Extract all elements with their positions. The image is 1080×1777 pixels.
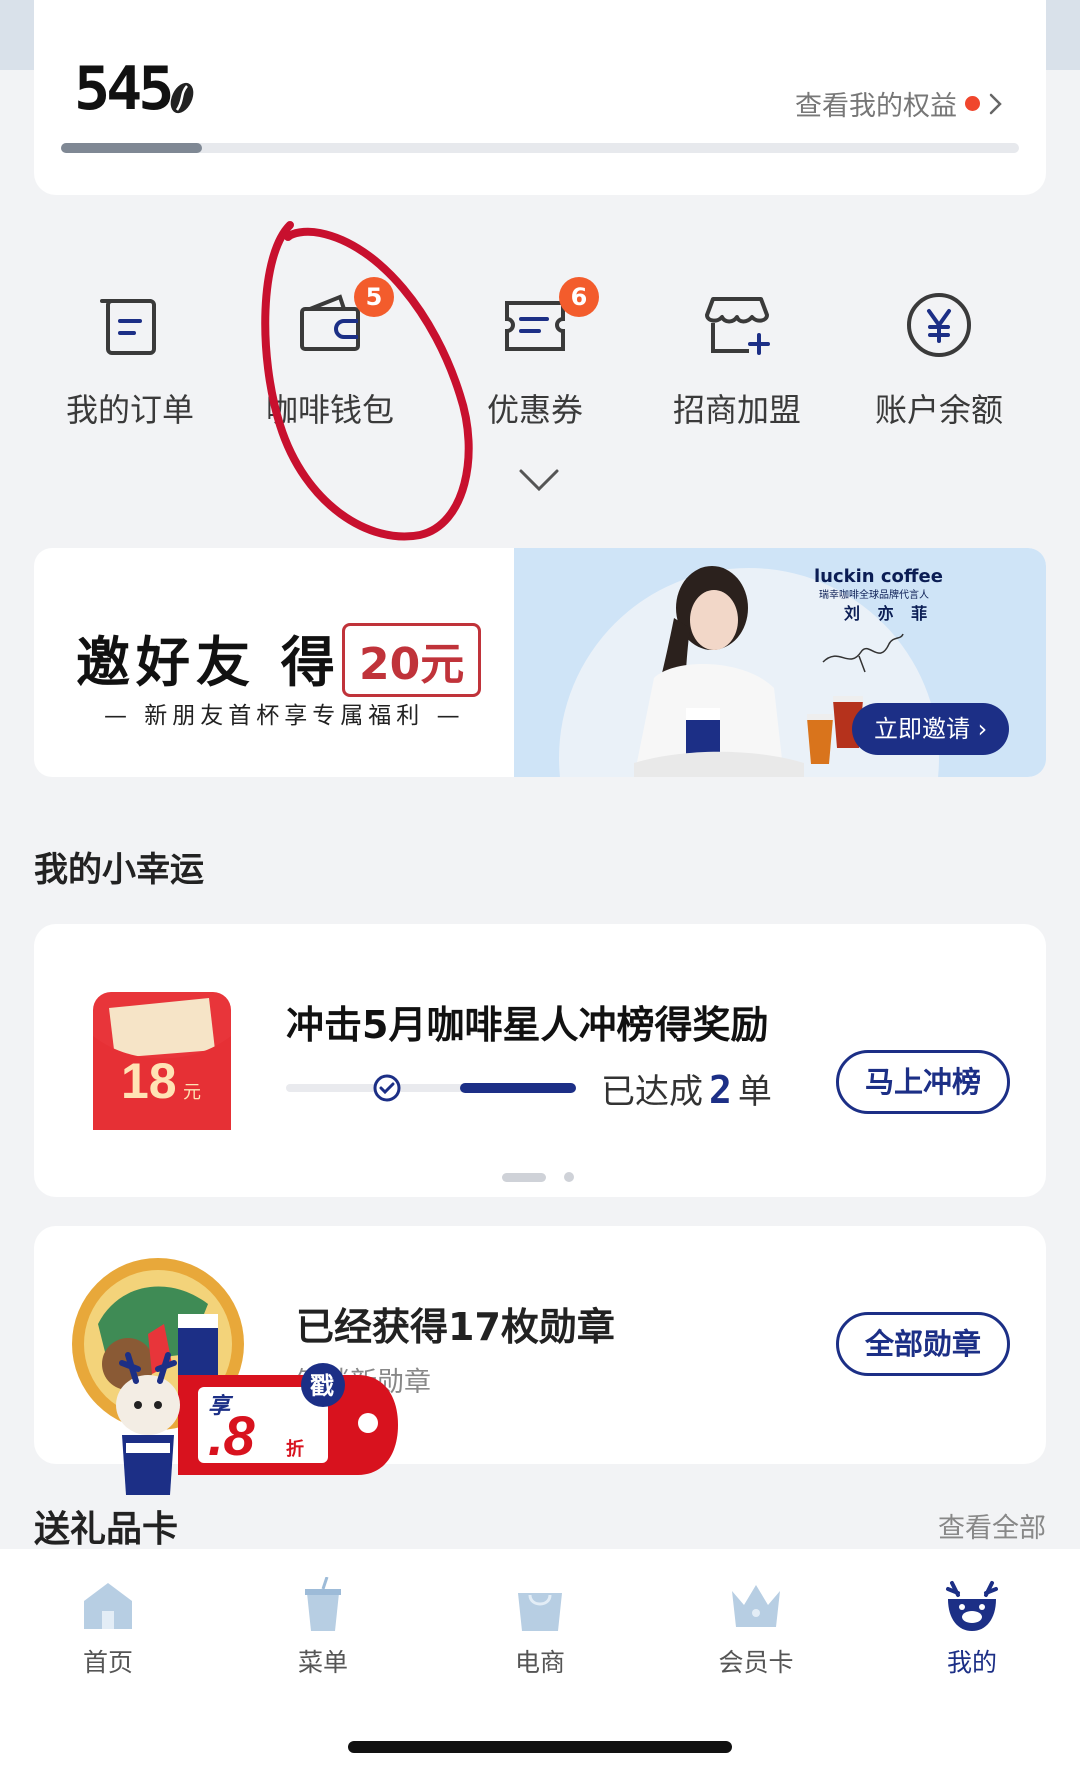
tab-label: 首页 [82,1648,133,1677]
promo-stamp: 戳 [310,1372,334,1400]
invite-friends-banner[interactable]: 邀好友 得 20元 — 新朋友首杯享专属福利 — luckin coffee 瑞… [34,548,1046,777]
invite-photo-panel: luckin coffee 瑞幸咖啡全球品牌代言人 刘 亦 菲 立即邀请 › [514,548,1046,777]
points-progress-fill [61,143,202,153]
tab-ecommerce[interactable]: 电商 [470,1577,610,1679]
cup-menu-icon [305,1576,341,1631]
expand-menu-chevron-icon[interactable] [517,465,561,495]
view-rights-label: 查看我的权益 [795,91,957,122]
crown-icon [732,1585,780,1627]
brand-rep-caption: 瑞幸咖啡全球品牌代言人 [819,590,929,601]
coupon-badge: 6 [559,277,599,317]
invite-text-block: 邀好友 得 20元 — 新朋友首杯享专属福利 — [34,548,514,777]
home-indicator[interactable] [348,1741,732,1753]
status-suffix: 单 [737,1072,772,1112]
floating-promo-widget[interactable]: 享 戳 .8 折 [108,1335,398,1515]
lucky-progress-fill [460,1083,576,1093]
menu-label: 我的订单 [65,391,194,429]
coffee-bean-points: 545 [74,54,174,124]
promo-unit: 折 [286,1438,304,1459]
yuan-balance-icon [907,293,971,357]
tab-menu[interactable]: 菜单 [253,1576,393,1679]
notification-dot [965,96,980,111]
signature-image [822,633,904,673]
menu-coffee-wallet[interactable]: 5 咖啡钱包 [230,277,430,431]
spokesperson-name: 刘 亦 菲 [844,604,934,623]
menu-my-orders[interactable]: 我的订单 [30,285,230,431]
invite-subtitle: — 新朋友首杯享专属福利 — [104,703,465,729]
points-progress-bar [61,143,1019,153]
gift-card-section-title: 送礼品卡 [34,1509,179,1550]
lucky-status: 已达成 2 单 [601,1064,772,1113]
invite-title: 邀好友 得 [76,631,341,694]
pager-active [502,1172,546,1182]
tab-member-card[interactable]: 会员卡 [686,1577,826,1679]
tab-label: 会员卡 [718,1648,794,1677]
all-medals-button[interactable]: 全部勋章 [836,1312,1011,1376]
tab-label: 我的 [946,1648,997,1677]
menu-account-balance[interactable]: 账户余额 [839,285,1039,431]
shopping-bag-icon [518,1593,562,1631]
points-card: 545 查看我的权益 [34,0,1046,195]
menu-coupons[interactable]: 6 优惠券 [435,277,635,431]
pager-dot[interactable] [564,1172,574,1182]
view-rights-link[interactable]: 查看我的权益 [795,84,1006,123]
coffee-bean-icon [170,82,194,114]
lucky-title: 冲击5月咖啡星人冲榜得奖励 [286,1003,769,1047]
carousel-pager [502,1172,574,1182]
promo-value: .8 [208,1404,256,1467]
invite-now-label: 立即邀请 [874,715,970,743]
invite-reward-amount: 20元 [342,623,482,697]
check-circle-icon [373,1074,401,1102]
menu-label: 咖啡钱包 [265,391,394,429]
home-icon [84,1583,132,1629]
gift-view-all-link[interactable]: 查看全部 [938,1506,1046,1545]
lucky-progress [286,1071,576,1105]
menu-label: 招商加盟 [672,391,801,429]
menu-franchise[interactable]: 招商加盟 [637,285,837,431]
deer-profile-icon [946,1581,998,1631]
wallet-badge: 5 [354,277,394,317]
lucky-reward-card[interactable]: 18 元 冲击5月咖啡星人冲榜得奖励 已达成 2 单 马上冲榜 [34,924,1046,1197]
invite-now-button[interactable]: 立即邀请 › [852,703,1010,755]
status-count: 2 [709,1068,732,1112]
menu-label: 账户余额 [874,391,1003,429]
franchise-store-icon [705,297,770,355]
order-icon [100,299,156,355]
reward-amount: 18 [121,1053,177,1109]
brand-name: luckin coffee [814,566,943,587]
spokesperson-image [634,566,804,777]
tab-mine[interactable]: 我的 [902,1577,1042,1679]
rank-now-button[interactable]: 马上冲榜 [836,1050,1011,1114]
tab-label: 电商 [514,1648,565,1677]
quick-menu: 我的订单 5 咖啡钱包 6 优惠券 招商加盟 账户余额 [0,277,1080,445]
red-packet-icon: 18 元 [93,992,231,1130]
tab-home[interactable]: 首页 [38,1577,178,1679]
chevron-right-icon [989,93,1002,114]
status-prefix: 已达成 [601,1072,703,1112]
menu-label: 优惠券 [486,391,583,429]
reward-unit: 元 [183,1082,201,1102]
tab-label: 菜单 [297,1648,348,1677]
lucky-section-title: 我的小幸运 [34,850,204,890]
